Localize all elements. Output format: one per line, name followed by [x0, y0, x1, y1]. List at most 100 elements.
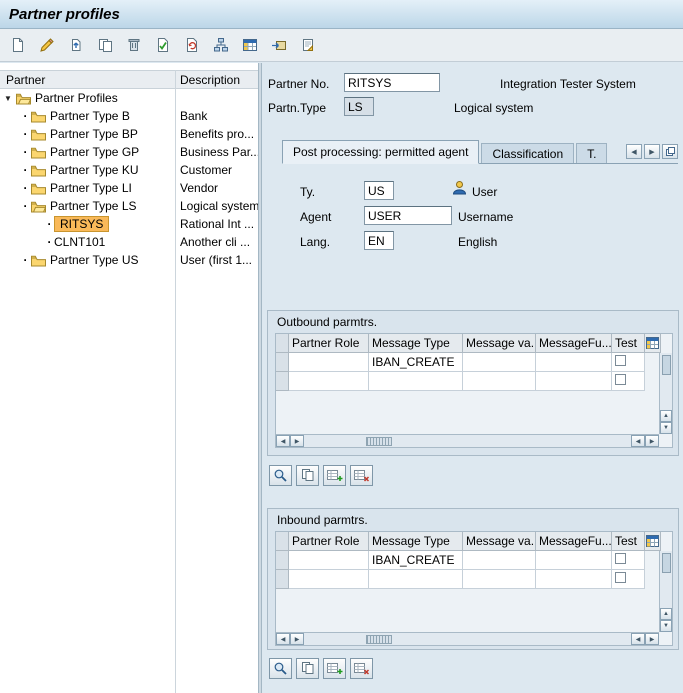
cell-partner-role[interactable] — [289, 353, 369, 372]
column-header-message-type[interactable]: Message Type — [369, 334, 463, 353]
tab-overview-icon[interactable] — [662, 144, 678, 159]
scroll-left-icon[interactable]: ◀ — [631, 435, 645, 447]
scrollbar-grip[interactable] — [366, 635, 392, 644]
test-checkbox[interactable] — [615, 572, 626, 583]
cell-message-variant[interactable] — [463, 353, 536, 372]
scroll-up-icon[interactable]: ▲ — [660, 608, 672, 620]
copy-entry-icon[interactable] — [296, 465, 319, 486]
cell-partner-role[interactable] — [289, 570, 369, 589]
scrollbar-thumb[interactable] — [662, 553, 671, 573]
delete-row-icon[interactable] — [350, 658, 373, 679]
ty-input[interactable] — [364, 181, 394, 200]
cell-message-function[interactable] — [536, 570, 612, 589]
scroll-left-icon[interactable]: ◀ — [276, 633, 290, 645]
table-row[interactable] — [276, 372, 672, 391]
transport-icon[interactable] — [269, 35, 289, 55]
column-header-message-function[interactable]: MessageFu... — [536, 334, 612, 353]
tab-truncated[interactable]: T. — [576, 143, 607, 163]
scroll-down-icon[interactable]: ▼ — [660, 422, 672, 434]
tree-item-partner-type-bp[interactable]: · Partner Type BP Benefits pro... — [0, 125, 258, 143]
vertical-scrollbar[interactable]: ▲ ▼ — [659, 353, 672, 434]
scroll-left-icon[interactable]: ◀ — [631, 633, 645, 645]
tree-item-partner-type-b[interactable]: · Partner Type B Bank — [0, 107, 258, 125]
vertical-scrollbar[interactable]: ▲ ▼ — [659, 551, 672, 632]
scrollbar-thumb[interactable] — [662, 355, 671, 375]
column-header-message-function[interactable]: MessageFu... — [536, 532, 612, 551]
check-icon[interactable] — [153, 35, 173, 55]
refresh-icon[interactable] — [182, 35, 202, 55]
row-selector[interactable] — [276, 551, 289, 570]
scrollbar-grip[interactable] — [366, 437, 392, 446]
cell-message-type[interactable]: IBAN_CREATE — [369, 551, 463, 570]
copy-as-icon[interactable] — [66, 35, 86, 55]
row-selector[interactable] — [276, 372, 289, 391]
column-header-test[interactable]: Test — [612, 532, 645, 551]
horizontal-scrollbar[interactable]: ◀ ▶ ◀ ▶ — [276, 632, 659, 645]
partner-no-input[interactable] — [344, 73, 440, 92]
test-checkbox[interactable] — [615, 553, 626, 564]
column-header-message-variant[interactable]: Message va... — [463, 532, 536, 551]
cell-message-type[interactable] — [369, 372, 463, 391]
tab-scroll-right-icon[interactable]: ▶ — [644, 144, 660, 159]
scroll-left-icon[interactable]: ◀ — [276, 435, 290, 447]
tree-item-root[interactable]: ▼ Partner Profiles — [0, 89, 258, 107]
column-header-partner-role[interactable]: Partner Role — [289, 532, 369, 551]
hierarchy-icon[interactable] — [211, 35, 231, 55]
column-header-test[interactable]: Test — [612, 334, 645, 353]
tab-post-processing[interactable]: Post processing: permitted agent — [282, 140, 479, 164]
test-checkbox[interactable] — [615, 374, 626, 385]
cell-message-variant[interactable] — [463, 570, 536, 589]
lang-input[interactable] — [364, 231, 394, 250]
documentation-icon[interactable] — [298, 35, 318, 55]
tree-item-clnt101[interactable]: · CLNT101 Another cli ... — [0, 233, 258, 251]
partner-type-input[interactable] — [344, 97, 374, 116]
cell-message-variant[interactable] — [463, 372, 536, 391]
table-layout-button[interactable] — [645, 334, 661, 353]
cell-message-type[interactable] — [369, 570, 463, 589]
expander-icon[interactable]: ▼ — [4, 94, 15, 103]
tree-item-ritsys[interactable]: · RITSYS Rational Int ... — [0, 215, 258, 233]
column-header-message-variant[interactable]: Message va... — [463, 334, 536, 353]
scroll-right-icon[interactable]: ▶ — [645, 435, 659, 447]
cell-partner-role[interactable] — [289, 551, 369, 570]
table-row[interactable]: IBAN_CREATE — [276, 551, 672, 570]
cell-message-function[interactable] — [536, 372, 612, 391]
table-layout-button[interactable] — [645, 532, 661, 551]
details-magnifier-icon[interactable] — [269, 658, 292, 679]
cell-message-variant[interactable] — [463, 551, 536, 570]
scroll-right-icon[interactable]: ▶ — [645, 633, 659, 645]
copy-entry-icon[interactable] — [296, 658, 319, 679]
copy-icon[interactable] — [95, 35, 115, 55]
cell-message-type[interactable]: IBAN_CREATE — [369, 353, 463, 372]
row-selector-header[interactable] — [276, 334, 289, 353]
insert-row-icon[interactable] — [323, 465, 346, 486]
tab-scroll-left-icon[interactable]: ◀ — [626, 144, 642, 159]
scroll-right-icon[interactable]: ▶ — [290, 435, 304, 447]
table-row[interactable] — [276, 570, 672, 589]
scroll-right-icon[interactable]: ▶ — [290, 633, 304, 645]
table-layout-icon[interactable] — [240, 35, 260, 55]
tree-item-partner-type-ku[interactable]: · Partner Type KU Customer — [0, 161, 258, 179]
horizontal-scrollbar[interactable]: ◀ ▶ ◀ ▶ — [276, 434, 659, 447]
row-selector[interactable] — [276, 570, 289, 589]
scroll-down-icon[interactable]: ▼ — [660, 620, 672, 632]
tree-item-partner-type-gp[interactable]: · Partner Type GP Business Par... — [0, 143, 258, 161]
cell-message-function[interactable] — [536, 551, 612, 570]
row-selector[interactable] — [276, 353, 289, 372]
table-row[interactable]: IBAN_CREATE — [276, 353, 672, 372]
change-icon[interactable] — [37, 35, 57, 55]
create-icon[interactable] — [8, 35, 28, 55]
cell-partner-role[interactable] — [289, 372, 369, 391]
delete-row-icon[interactable] — [350, 465, 373, 486]
insert-row-icon[interactable] — [323, 658, 346, 679]
column-header-message-type[interactable]: Message Type — [369, 532, 463, 551]
tree-item-partner-type-li[interactable]: · Partner Type LI Vendor — [0, 179, 258, 197]
test-checkbox[interactable] — [615, 355, 626, 366]
scroll-up-icon[interactable]: ▲ — [660, 410, 672, 422]
details-magnifier-icon[interactable] — [269, 465, 292, 486]
delete-icon[interactable] — [124, 35, 144, 55]
row-selector-header[interactable] — [276, 532, 289, 551]
agent-input[interactable] — [364, 206, 452, 225]
tree-item-partner-type-ls[interactable]: · Partner Type LS Logical system — [0, 197, 258, 215]
cell-message-function[interactable] — [536, 353, 612, 372]
